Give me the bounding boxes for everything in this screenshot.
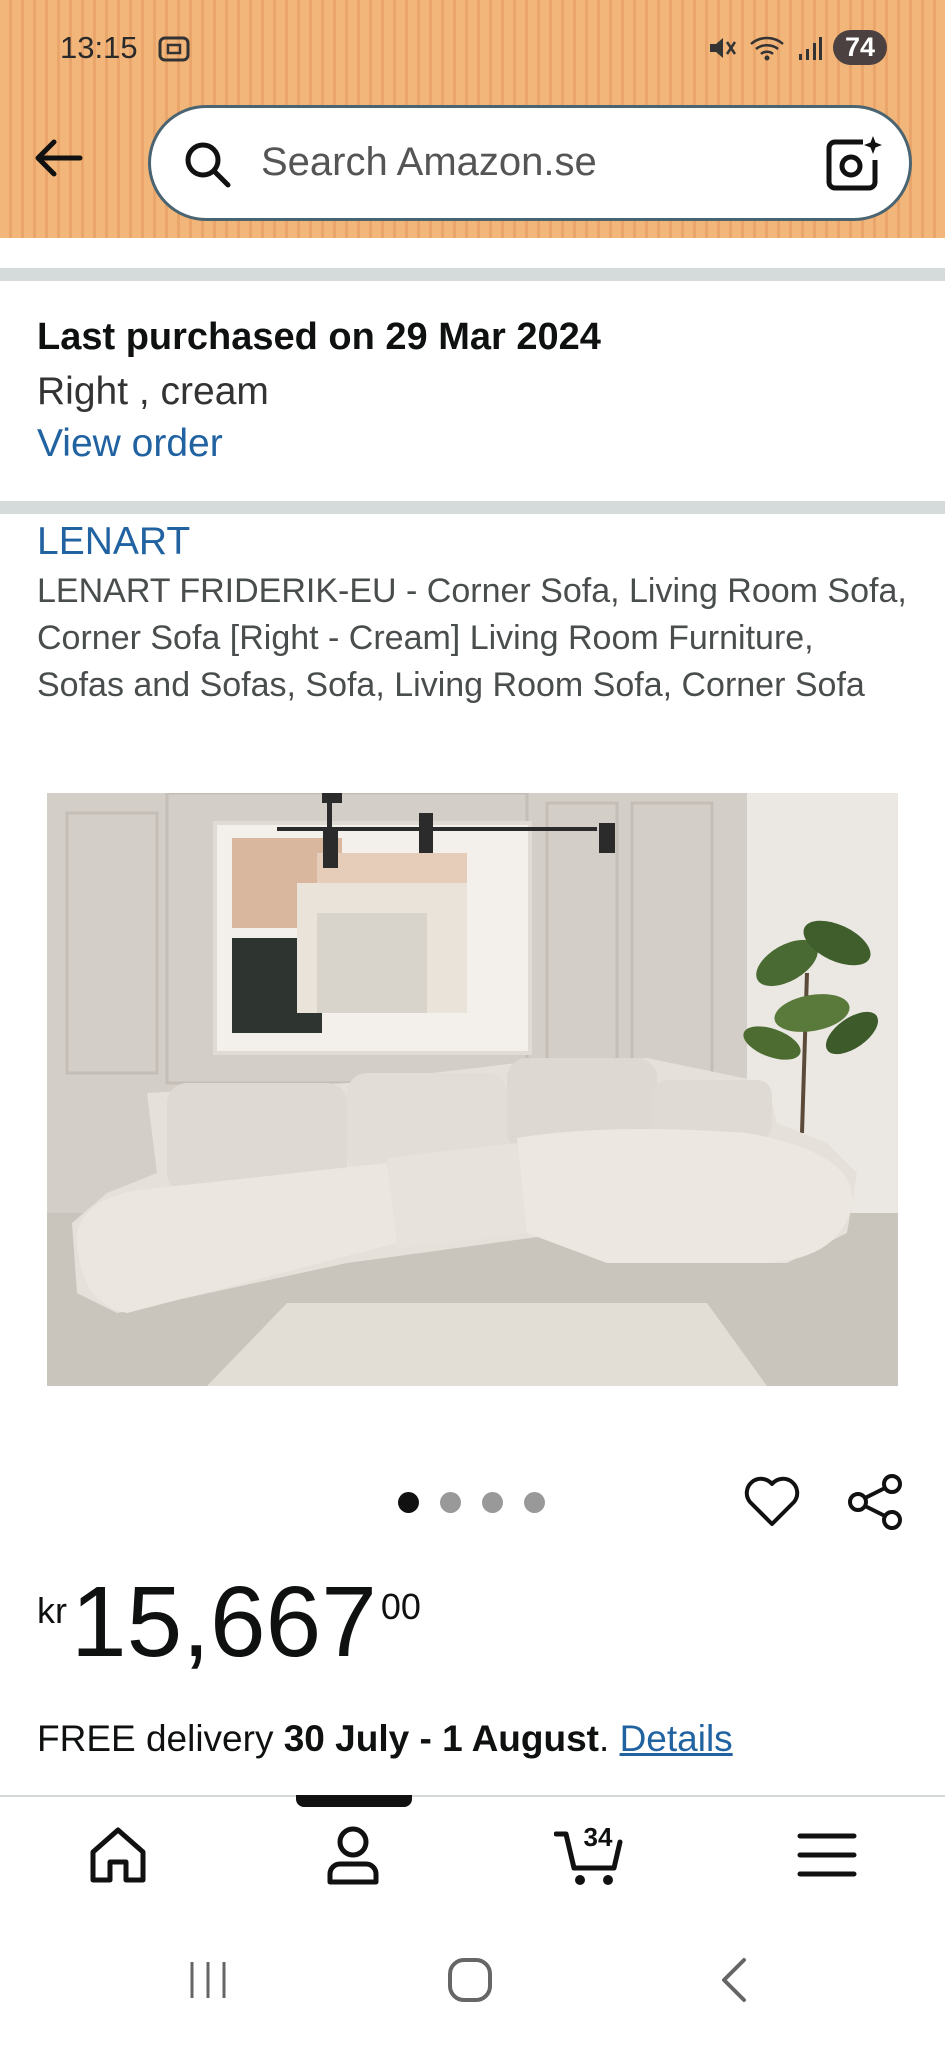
account-icon[interactable] (318, 1820, 388, 1890)
search-placeholder: Search Amazon.se (261, 140, 597, 184)
carousel-dot[interactable] (398, 1492, 419, 1513)
home-icon[interactable] (83, 1820, 153, 1890)
bottom-nav-divider (0, 1795, 945, 1797)
price-whole: 15,667 (71, 1566, 377, 1678)
delivery-info: FREE delivery 30 July - 1 August. Detail… (37, 1718, 733, 1760)
screenshot-icon (158, 36, 190, 62)
price-currency: kr (37, 1590, 67, 1631)
product-title: LENART FRIDERIK-EU - Corner Sofa, Living… (37, 572, 907, 704)
battery-indicator: 74 (832, 30, 887, 65)
delivery-details-link[interactable]: Details (620, 1718, 733, 1759)
cart-count: 34 (583, 1822, 613, 1852)
share-icon[interactable] (846, 1472, 906, 1532)
back-arrow-icon[interactable] (30, 130, 86, 186)
active-tab-indicator (296, 1795, 412, 1807)
delivery-prefix: FREE delivery (37, 1718, 284, 1759)
product-image[interactable] (47, 793, 898, 1386)
price: kr 15,667 00 (37, 1572, 421, 1672)
brand-link[interactable]: LENART (37, 520, 190, 564)
section-divider (0, 268, 945, 281)
carousel-dot[interactable] (440, 1492, 461, 1513)
search-icon (185, 142, 231, 188)
view-order-link[interactable]: View order (37, 422, 223, 466)
section-divider (0, 501, 945, 514)
wishlist-heart-icon[interactable] (742, 1472, 802, 1532)
delivery-dates: 30 July - 1 August (283, 1718, 599, 1759)
system-back-icon[interactable] (706, 1950, 766, 2010)
home-button-icon[interactable] (440, 1950, 500, 2010)
image-carousel-dots[interactable] (398, 1492, 545, 1513)
search-bar[interactable]: Search Amazon.se (148, 105, 912, 221)
purchased-variant: Right , cream (37, 370, 269, 413)
app-header: 13:15 74 Search Amazon.se (0, 0, 945, 238)
mute-icon (709, 37, 736, 58)
status-bar: 13:15 74 (0, 0, 945, 100)
carousel-dot[interactable] (482, 1492, 503, 1513)
camera-search-icon[interactable] (823, 134, 883, 194)
recent-apps-icon[interactable] (178, 1950, 238, 2010)
carousel-dot[interactable] (524, 1492, 545, 1513)
menu-icon[interactable] (792, 1820, 862, 1890)
status-time: 13:15 (60, 30, 138, 65)
delivery-suffix: . (599, 1718, 620, 1759)
price-fraction: 00 (380, 1586, 421, 1627)
status-icons: 74 (707, 30, 887, 65)
last-purchased-text: Last purchased on 29 Mar 2024 (37, 316, 601, 358)
signal-icon (798, 36, 822, 60)
wifi-icon (750, 36, 784, 60)
